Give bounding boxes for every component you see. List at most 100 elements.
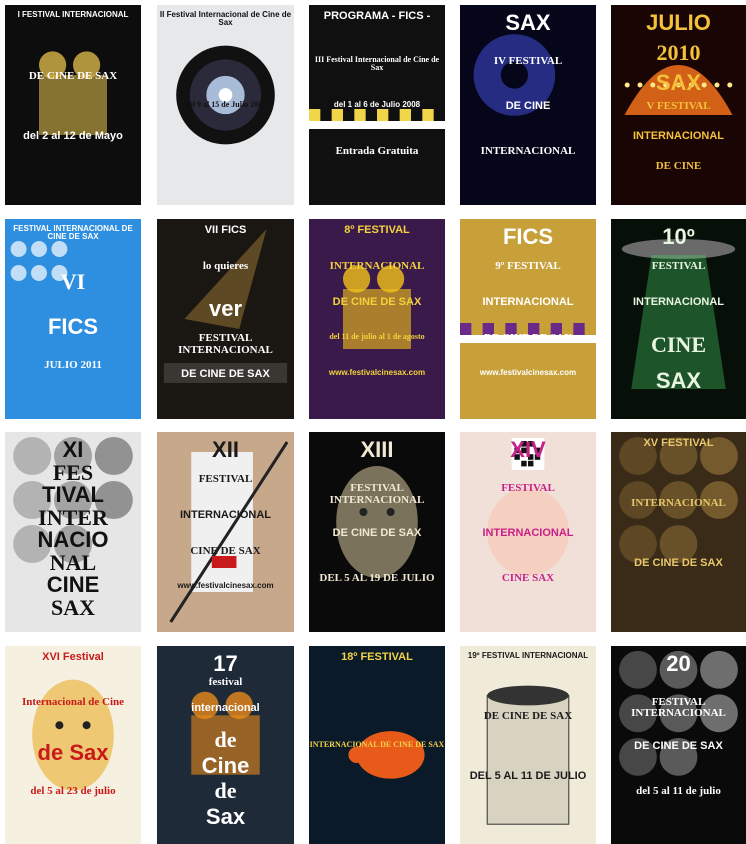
poster-8[interactable]: 8º FESTIVAL INTERNACIONAL DE CINE DE SAX de… xyxy=(309,219,445,419)
poster-text: DE CINE xyxy=(505,100,551,112)
poster-xi[interactable]: XI FES TIVAL INTER NACIO NAL CINE SAX xyxy=(5,432,141,632)
poster-iv[interactable]: SAX IV FESTIVAL DE CINE INTERNACIONAL xyxy=(460,5,596,205)
poster-text: del 1 al 6 de Julio 2008 xyxy=(333,100,421,109)
poster-text: INTERNACIONAL xyxy=(632,130,725,142)
film-camera-icon xyxy=(343,265,411,349)
poster-text: II Festival Internacional de Cine de Sax xyxy=(159,10,292,28)
poster-text: 20 xyxy=(666,651,691,676)
poster-vi[interactable]: FESTIVAL INTERNACIONAL DE CINE DE SAX VI F… xyxy=(5,219,141,419)
poster-text: III Festival Internacional de Cine de Sa… xyxy=(314,55,440,73)
poster-text: 10º xyxy=(662,224,695,249)
poster-text: FESTIVAL INTERNACIONAL xyxy=(329,482,425,506)
poster-text: del 2 al 12 de Mayo xyxy=(23,130,123,142)
poster-text: I FESTIVAL INTERNACIONAL xyxy=(17,10,129,19)
poster-xv[interactable]: XV FESTIVAL INTERNACIONAL DE CINE DE SAX xyxy=(611,432,746,632)
poster-text: INTERNACIONAL xyxy=(631,497,726,509)
poster-text: del 9 al 15 de Julio 2007 xyxy=(184,100,267,109)
poster-vii[interactable]: VII FICS lo quieres ver FESTIVAL INTERNACIO… xyxy=(157,219,294,419)
poster-text: CINE xyxy=(650,332,706,357)
poster-text: XV FESTIVAL xyxy=(643,437,714,449)
poster-text: INTER xyxy=(38,504,108,530)
poster-text: JULIO 2011 xyxy=(44,359,102,371)
poster-text: IV FESTIVAL xyxy=(493,55,563,67)
poster-text: SAX xyxy=(505,10,551,35)
film-camera-icon xyxy=(39,51,107,135)
poster-10[interactable]: 10º FESTIVAL INTERNACIONAL CINE SAX xyxy=(611,219,746,419)
poster-text: XII xyxy=(212,437,239,462)
poster-9[interactable]: FICS 9º FESTIVAL INTERNACIONAL DE CINE DE S… xyxy=(460,219,596,419)
poster-text: de xyxy=(214,778,237,804)
poster-text: internacional xyxy=(191,701,260,714)
poster-20[interactable]: 20 FESTIVAL INTERNACIONAL DE CINE DE SAX de… xyxy=(611,646,746,844)
poster-text: INTERNACIONAL xyxy=(480,145,576,157)
poster-19[interactable]: 19º FESTIVAL INTERNACIONAL DE CINE DE SAX… xyxy=(460,646,596,844)
poster-text: INTERNACIONAL xyxy=(179,509,272,521)
poster-text: del 5 al 23 de julio xyxy=(30,784,116,797)
poster-text: DE CINE xyxy=(655,160,702,172)
poster-text: SAX xyxy=(655,70,702,95)
poster-text: SAX xyxy=(50,594,95,620)
poster-18[interactable]: 18º FESTIVAL INTERNACIONAL DE CINE DE SAX xyxy=(309,646,445,844)
poster-i[interactable]: I FESTIVAL INTERNACIONAL DE CINE DE SAX de… xyxy=(5,5,141,205)
poster-text: DE CINE DE SAX xyxy=(483,332,573,344)
poster-text: DE CINE DE SAX xyxy=(634,740,723,752)
poster-xvi[interactable]: XVI Festival Internacional de Cine de Sax d… xyxy=(5,646,141,844)
poster-text: FESTIVAL xyxy=(501,482,555,494)
poster-text: FICS xyxy=(502,224,554,249)
poster-text: DE CINE DE SAX xyxy=(181,368,270,380)
poster-text: Internacional de Cine xyxy=(21,695,125,708)
poster-text: V FESTIVAL xyxy=(646,100,711,112)
poster-text: DE CINE DE SAX xyxy=(332,296,422,308)
poster-text: CINE SAX xyxy=(501,572,555,584)
poster-text: DE CINE DE SAX xyxy=(28,70,118,82)
poster-text: del 5 al 11 de julio xyxy=(636,784,721,797)
poster-text: TIVAL xyxy=(42,482,104,507)
poster-text: 18º FESTIVAL xyxy=(341,651,413,663)
poster-17[interactable]: 17 festival internacional de Cine de Sax xyxy=(157,646,294,844)
poster-text: INTERNACIONAL xyxy=(632,296,725,308)
poster-text: INTERNACIONAL xyxy=(482,296,574,308)
poster-grid: I FESTIVAL INTERNACIONAL DE CINE DE SAX de… xyxy=(0,0,746,844)
poster-text: www.festivalcinesax.com xyxy=(177,581,274,590)
poster-text: CINE xyxy=(46,572,100,597)
poster-text: de xyxy=(214,727,237,753)
poster-text: FESTIVAL INTERNACIONAL xyxy=(631,695,726,720)
poster-ii[interactable]: II Festival Internacional de Cine de Sax… xyxy=(157,5,294,205)
poster-text: XVI Festival xyxy=(42,651,104,663)
poster-text: SAX xyxy=(655,368,702,393)
poster-text: FESTIVAL INTERNACIONAL xyxy=(178,332,273,356)
poster-text: Cine xyxy=(201,752,250,778)
poster-text: 9º FESTIVAL xyxy=(495,260,561,272)
clapperboard-icon xyxy=(460,323,596,343)
poster-text: DEL 5 AL 19 DE JULIO xyxy=(319,572,435,584)
poster-v[interactable]: JULIO 2010 SAX V FESTIVAL INTERNACIONAL DE CI… xyxy=(611,5,746,205)
poster-text: festival xyxy=(208,676,243,689)
poster-text: 19º FESTIVAL INTERNACIONAL xyxy=(467,651,589,660)
poster-text: DE CINE DE SAX xyxy=(634,557,723,569)
poster-text: 17 xyxy=(213,651,238,676)
poster-text: FESTIVAL xyxy=(198,473,253,485)
tower-icon xyxy=(486,685,570,825)
poster-text: CINE DE SAX xyxy=(190,545,261,557)
poster-text: XIV xyxy=(510,437,546,462)
poster-text: DE CINE DE SAX xyxy=(483,710,573,723)
poster-iii[interactable]: PROGRAMA - FICS - III Festival Internacio… xyxy=(309,5,445,205)
poster-text: Sax xyxy=(205,803,246,829)
poster-text: lo quieres xyxy=(202,260,249,272)
katana-icon xyxy=(169,441,289,623)
poster-xii[interactable]: XII FESTIVAL INTERNACIONAL CINE DE SAX www.f… xyxy=(157,432,294,632)
poster-text: VI xyxy=(60,269,86,294)
poster-xiv[interactable]: XIV FESTIVAL INTERNACIONAL CINE SAX xyxy=(460,432,596,632)
poster-text: XIII xyxy=(360,437,394,462)
poster-text: INTERNACIONAL xyxy=(329,260,425,272)
poster-text: DEL 5 AL 11 DE JULIO xyxy=(469,769,587,782)
poster-text: FESTIVAL xyxy=(651,260,706,272)
poster-text: 2010 xyxy=(656,40,701,65)
collage-icon xyxy=(619,437,738,563)
poster-text: FESTIVAL INTERNACIONAL DE CINE DE SAX xyxy=(13,224,133,242)
poster-text: NACIO xyxy=(37,527,109,552)
poster-text: VII FICS xyxy=(204,224,247,236)
poster-xiii[interactable]: XIII FESTIVAL INTERNACIONAL DE CINE DE SAX… xyxy=(309,432,445,632)
poster-text: www.festivalcinesax.com xyxy=(328,368,426,377)
poster-text: del 11 de julio al 1 de agosto xyxy=(329,332,425,341)
